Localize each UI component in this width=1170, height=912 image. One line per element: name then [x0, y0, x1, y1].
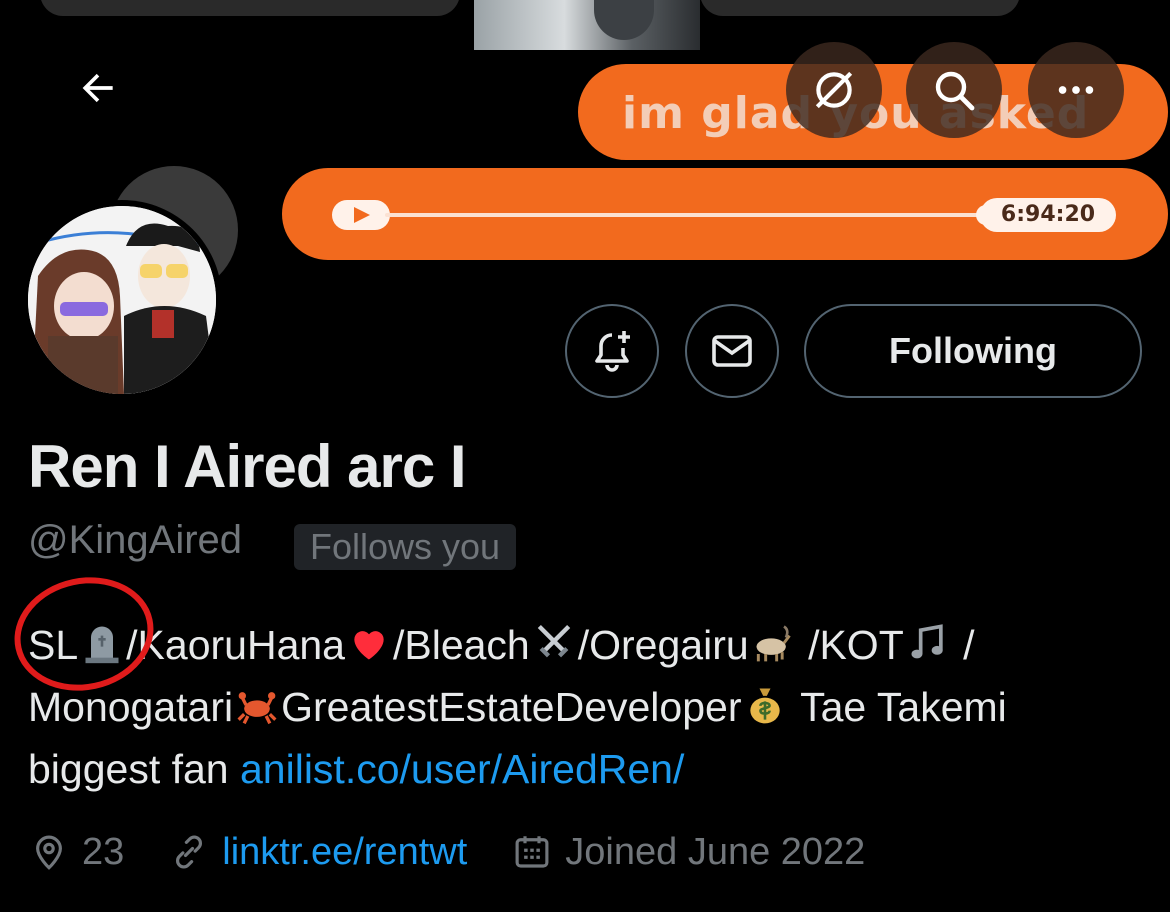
joined-text: Joined June 2022 [565, 830, 866, 873]
crab-icon [237, 692, 277, 725]
mail-icon [712, 335, 752, 367]
website-link[interactable]: linktr.ee/rentwt [222, 831, 467, 874]
back-button[interactable] [50, 40, 146, 136]
red-heart-icon [354, 631, 384, 660]
audio-time: 6:94:20 [980, 198, 1116, 232]
grok-button[interactable] [786, 42, 882, 138]
bio-text: GreatestEstateDeveloper [281, 684, 742, 730]
follows-you-badge: Follows you [294, 524, 517, 570]
bell-plus-icon [595, 331, 630, 372]
bio-line: SL/KaoruHana/Bleach/Oregairu /KOT / [28, 614, 1148, 676]
bio-line: biggest fan anilist.co/user/AiredRen/ [28, 738, 1148, 800]
bio-text: / [951, 622, 975, 668]
money-bag-icon [750, 688, 781, 724]
music-notes-icon [911, 624, 943, 659]
bio-text: /KaoruHana [126, 622, 345, 668]
avatar[interactable] [22, 200, 222, 400]
bio-text: /KOT [796, 622, 904, 668]
crossed-swords-icon [537, 624, 570, 658]
more-icon [1058, 86, 1094, 94]
display-name: Ren I Aired arc I [28, 433, 467, 500]
bio-link[interactable]: anilist.co/user/AiredRen/ [240, 746, 684, 792]
search-button[interactable] [906, 42, 1002, 138]
more-button[interactable] [1028, 42, 1124, 138]
banner-bubble [40, 0, 460, 16]
location-text: 23 [82, 830, 125, 873]
search-icon [935, 71, 975, 111]
location-pin-icon [36, 835, 62, 870]
play-icon [332, 200, 390, 230]
message-button[interactable] [685, 304, 779, 398]
bio-text: biggest fan [28, 746, 240, 792]
bio-text: /Bleach [392, 622, 530, 668]
banner-photo [474, 0, 700, 50]
profile-meta: 23 linktr.ee/rentwt Joined June 2022 [28, 822, 909, 882]
banner-bubble [700, 0, 1020, 16]
arrow-left-icon [82, 73, 113, 103]
goat-icon [756, 625, 791, 662]
bio-text: Monogatari [28, 684, 234, 730]
bio-text: /Oregairu [577, 622, 749, 668]
handle[interactable]: @KingAired [28, 518, 242, 563]
audio-progress-line [385, 213, 985, 217]
joined-item: Joined June 2022 [511, 831, 865, 874]
website-item[interactable]: linktr.ee/rentwt [168, 831, 467, 874]
bio: SL/KaoruHana/Bleach/Oregairu /KOT / Mono… [28, 614, 1148, 800]
link-icon [176, 835, 203, 869]
bio-line: Monogatari GreatestEstateDeveloper Tae Ta… [28, 676, 1148, 738]
grok-icon [815, 71, 853, 109]
bio-text: Tae Takemi [789, 684, 1007, 730]
location-item: 23 [28, 831, 124, 874]
avatar-image [28, 206, 216, 394]
calendar-icon [515, 836, 549, 868]
following-button[interactable]: Following [804, 304, 1142, 398]
notify-button[interactable] [565, 304, 659, 398]
